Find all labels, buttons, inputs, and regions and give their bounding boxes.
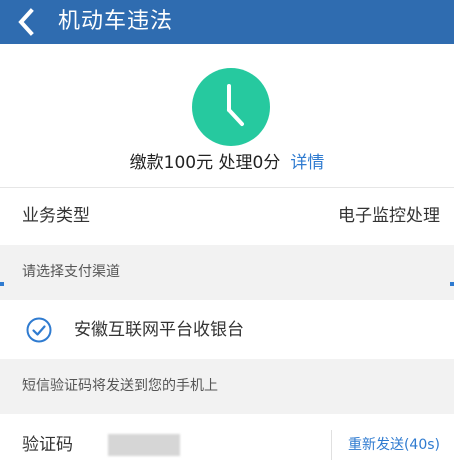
detail-link[interactable]: 详情	[290, 153, 324, 173]
payment-option-row[interactable]: 安徽互联网平台收银台	[0, 301, 454, 359]
payment-option-label: 安徽互联网平台收银台	[74, 320, 244, 340]
violation-summary-section: 缴款100元 处理0分 详情	[0, 44, 454, 185]
business-type-row: 业务类型 电子监控处理	[0, 188, 454, 244]
edge-marker	[0, 282, 4, 286]
business-type-value: 电子监控处理	[338, 206, 440, 226]
divider	[331, 430, 332, 460]
sms-notice-band: 短信验证码将发送到您的手机上	[0, 359, 454, 414]
check-circle-icon	[26, 317, 52, 343]
sms-notice-text: 短信验证码将发送到您的手机上	[22, 378, 218, 394]
verification-code-label: 验证码	[22, 435, 73, 455]
business-type-label: 业务类型	[22, 206, 90, 226]
payment-channel-title: 请选择支付渠道	[22, 264, 120, 280]
chevron-left-icon	[18, 8, 34, 36]
verification-code-row: 验证码 重新发送(40s)	[0, 414, 454, 476]
app-header: 机动车违法	[0, 0, 454, 44]
clock-icon	[192, 68, 270, 146]
fine-summary-text: 缴款100元 处理0分	[129, 153, 281, 173]
page-title: 机动车违法	[58, 9, 174, 34]
fine-summary: 缴款100元 处理0分 详情	[0, 148, 454, 173]
resend-code-button[interactable]: 重新发送(40s)	[348, 414, 440, 476]
verification-code-input[interactable]	[108, 434, 180, 456]
edge-marker	[450, 282, 454, 286]
payment-channel-header: 请选择支付渠道	[0, 245, 454, 300]
back-button[interactable]	[8, 4, 44, 40]
